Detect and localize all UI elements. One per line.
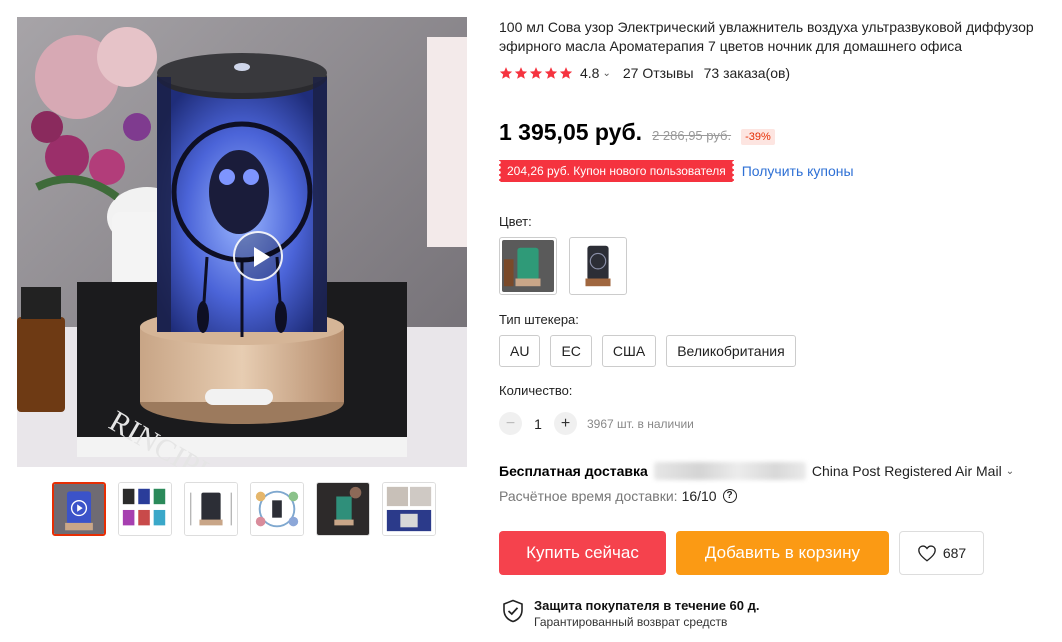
- thumbnail-image: [251, 483, 303, 535]
- product-title: 100 мл Сова узор Электрический увлажните…: [499, 19, 1034, 54]
- wishlist-button[interactable]: 687: [899, 531, 984, 575]
- shield-check-icon: [503, 599, 523, 623]
- thumbnail-4[interactable]: [250, 482, 304, 536]
- plug-option-ec[interactable]: EC: [550, 335, 592, 367]
- play-video-icon[interactable]: [233, 231, 283, 281]
- chevron-down-icon[interactable]: ⌄: [1006, 466, 1014, 477]
- rating-row: 4.8 ⌄ 27 Отзывы 73 заказа(ов): [499, 65, 790, 81]
- star-icon: [559, 67, 573, 79]
- reviews-link[interactable]: 27 Отзывы: [623, 65, 694, 81]
- rating-value[interactable]: 4.8: [580, 65, 599, 81]
- color-swatch-image: [502, 240, 554, 292]
- plug-options: AU EC США Великобритания: [499, 335, 796, 367]
- free-shipping-label: Бесплатная доставка: [499, 463, 648, 479]
- quantity-label: Количество:: [499, 383, 573, 398]
- star-icon: [499, 67, 513, 79]
- heart-icon: [917, 545, 936, 562]
- thumbnail-image: [54, 484, 104, 534]
- color-option-owl[interactable]: [569, 237, 627, 295]
- color-option-green[interactable]: [499, 237, 557, 295]
- orders-count: 73 заказа(ов): [703, 65, 791, 81]
- shipping-destination-blurred: [653, 462, 806, 480]
- color-options: [499, 237, 627, 295]
- add-to-cart-button[interactable]: Добавить в корзину: [676, 531, 889, 575]
- quantity-stepper: − 1 + 3967 шт. в наличии: [499, 412, 694, 435]
- discount-badge: -39%: [741, 129, 775, 145]
- thumbnail-3[interactable]: [184, 482, 238, 536]
- color-swatch-image: [572, 240, 624, 292]
- shipping-row: Бесплатная доставка China Post Registere…: [499, 462, 1014, 480]
- thumbnail-6[interactable]: [382, 482, 436, 536]
- star-icon: [514, 67, 528, 79]
- thumbnail-5[interactable]: [316, 482, 370, 536]
- quantity-decrease-button[interactable]: −: [499, 412, 522, 435]
- main-product-image[interactable]: RINCIPLES: [17, 17, 467, 467]
- star-rating: [499, 66, 573, 80]
- original-price: 2 286,95 руб.: [652, 128, 732, 143]
- plug-option-us[interactable]: США: [601, 335, 657, 367]
- thumbnail-strip: [52, 482, 436, 536]
- price-row: 1 395,05 руб. 2 286,95 руб. -39%: [499, 119, 775, 146]
- delivery-estimate-label: Расчётное время доставки:: [499, 488, 678, 504]
- thumbnail-image: [317, 483, 369, 535]
- color-label: Цвет:: [499, 214, 532, 229]
- star-icon: [529, 67, 543, 79]
- thumbnail-2[interactable]: [118, 482, 172, 536]
- coupon-row: 204,26 руб. Купон нового пользователя По…: [497, 160, 854, 182]
- protection-subtitle: Гарантированный возврат средств: [534, 615, 728, 629]
- protection-title: Защита покупателя в течение 60 д.: [534, 598, 760, 613]
- plug-option-uk[interactable]: Великобритания: [666, 335, 796, 367]
- delivery-estimate-value: 16/10: [681, 488, 717, 504]
- shipping-method-select[interactable]: China Post Registered Air Mail: [812, 463, 1002, 479]
- thumbnail-1[interactable]: [52, 482, 106, 536]
- stock-available: 3967 шт. в наличии: [587, 416, 694, 431]
- buyer-protection: Защита покупателя в течение 60 д. Гарант…: [502, 597, 759, 630]
- quantity-increase-button[interactable]: +: [554, 412, 577, 435]
- plug-option-au[interactable]: AU: [499, 335, 541, 367]
- thumbnail-image: [119, 483, 171, 535]
- buy-now-button[interactable]: Купить сейчас: [499, 531, 666, 575]
- thumbnail-image: [185, 483, 237, 535]
- current-price: 1 395,05 руб.: [499, 119, 643, 145]
- wishlist-count: 687: [942, 545, 967, 561]
- star-icon: [544, 67, 558, 79]
- plug-type-label: Тип штекера:: [499, 312, 579, 327]
- thumbnail-image: [383, 483, 435, 535]
- delivery-estimate-row: Расчётное время доставки: 16/10 ?: [499, 488, 737, 504]
- help-icon[interactable]: ?: [722, 489, 737, 503]
- chevron-down-icon[interactable]: ⌄: [602, 68, 610, 79]
- get-coupons-link[interactable]: Получить купоны: [742, 163, 854, 179]
- new-user-coupon[interactable]: 204,26 руб. Купон нового пользователя: [497, 160, 736, 182]
- quantity-value[interactable]: 1: [522, 416, 554, 432]
